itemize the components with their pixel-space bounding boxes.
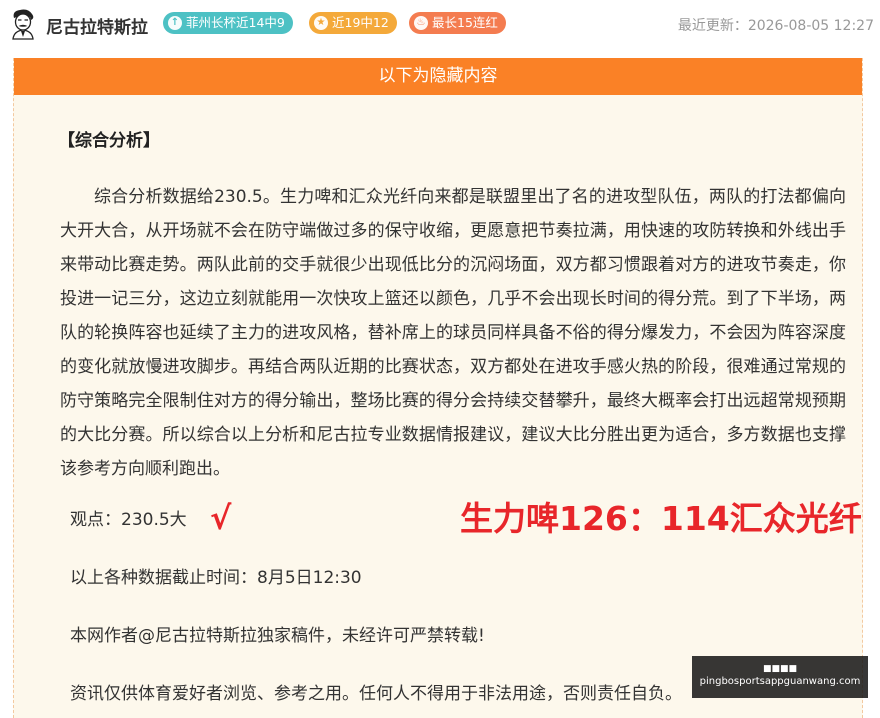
copyright-notice: 本网作者@尼古拉特斯拉独家稿件，未经许可严禁转载! [70, 626, 485, 646]
final-score: 生力啤126：114汇众光纤 [460, 499, 862, 538]
badge-cup-record[interactable]: ↑ 菲州长杯近14中9 [163, 12, 293, 34]
check-mark-icon: √ [210, 499, 232, 537]
article-header: 尼古拉特斯拉 ↑ 菲州长杯近14中9 ★ 近19中12 ♨ 最长15连红 最近更… [0, 0, 880, 48]
badge-label: 近19中12 [332, 15, 389, 30]
arrow-up-icon: ↑ [168, 16, 182, 30]
badge-recent-record[interactable]: ★ 近19中12 [309, 12, 397, 34]
analysis-paragraph: 综合分析数据给230.5。生力啤和汇众光纤向来都是联盟里出了名的进攻型队伍，两队… [60, 187, 846, 479]
viewpoint: 观点：230.5大 [70, 510, 187, 530]
disclaimer: 资讯仅供体育爱好者浏览、参考之用。任何人不得用于非法用途，否则责任自负。 [70, 684, 682, 704]
flame-icon: ♨ [414, 16, 428, 30]
author-name[interactable]: 尼古拉特斯拉 [46, 13, 148, 38]
badge-label: 菲州长杯近14中9 [186, 15, 285, 30]
section-title: 【综合分析】 [58, 131, 160, 151]
site-watermark: ■■■■ pingbosportsappguanwang.com [692, 656, 868, 698]
data-cutoff-time: 以上各种数据截止时间：8月5日12:30 [70, 568, 362, 588]
star-icon: ★ [314, 16, 328, 30]
last-updated: 最近更新：2026-08-05 12:27 [677, 18, 874, 34]
badge-streak[interactable]: ♨ 最长15连红 [409, 12, 506, 34]
badge-label: 最长15连红 [432, 15, 498, 30]
watermark-title: ■■■■ [762, 664, 797, 674]
author-avatar[interactable] [8, 8, 38, 40]
hidden-content-banner: 以下为隐藏内容 [14, 58, 862, 95]
watermark-url: pingbosportsappguanwang.com [699, 676, 861, 687]
